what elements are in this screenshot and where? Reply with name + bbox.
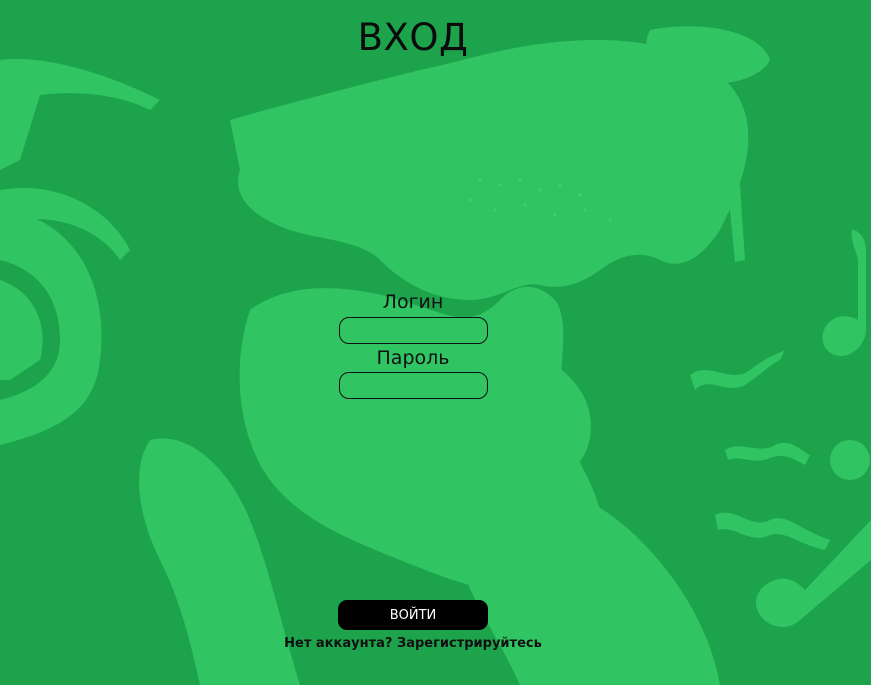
no-account-text: Нет аккаунта?	[284, 636, 393, 651]
login-button[interactable]: ВОЙТИ	[338, 600, 488, 630]
page-title: ВХОД	[357, 16, 469, 59]
password-label: Пароль	[376, 347, 450, 369]
login-label: Логин	[382, 291, 444, 313]
login-input[interactable]	[339, 317, 488, 344]
register-link[interactable]: Зарегистрируйтесь	[397, 636, 542, 651]
register-prompt: Нет аккаунта? Зарегистрируйтесь	[0, 636, 826, 651]
password-input[interactable]	[339, 372, 488, 399]
